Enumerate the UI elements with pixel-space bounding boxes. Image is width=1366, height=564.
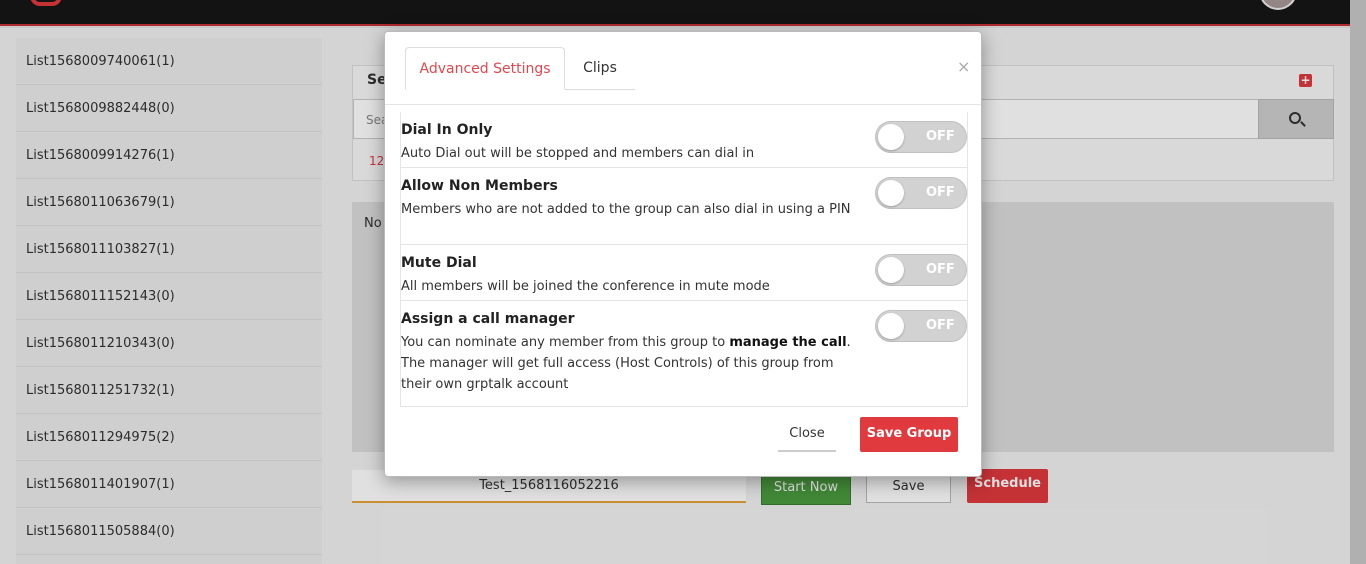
save-group-button[interactable]: Save Group bbox=[860, 417, 958, 452]
mute-dial-toggle[interactable]: OFF bbox=[875, 254, 967, 286]
setting-description: All members will be joined the conferenc… bbox=[401, 279, 770, 294]
close-icon[interactable]: × bbox=[957, 59, 970, 75]
setting-title: Dial In Only bbox=[401, 122, 493, 138]
toggle-knob bbox=[878, 124, 904, 150]
setting-description: Auto Dial out will be stopped and member… bbox=[401, 146, 755, 161]
description-emphasis: manage the call bbox=[729, 335, 847, 350]
setting-allow-non-members: Allow Non Members Members who are not ad… bbox=[401, 168, 967, 245]
tab-advanced-settings[interactable]: Advanced Settings bbox=[405, 47, 565, 90]
toggle-state-text: OFF bbox=[926, 318, 955, 333]
setting-title: Assign a call manager bbox=[401, 311, 575, 327]
setting-title: Mute Dial bbox=[401, 255, 477, 271]
allow-non-members-toggle[interactable]: OFF bbox=[875, 177, 967, 209]
tab-clips[interactable]: Clips bbox=[565, 47, 635, 90]
modal-header: Advanced Settings Clips × bbox=[385, 32, 981, 105]
dial-in-only-toggle[interactable]: OFF bbox=[875, 121, 967, 153]
toggle-knob bbox=[878, 313, 904, 339]
description-text: You can nominate any member from this gr… bbox=[401, 335, 730, 350]
toggle-state-text: OFF bbox=[926, 129, 955, 144]
setting-mute-dial: Mute Dial All members will be joined the… bbox=[401, 245, 967, 301]
setting-description: You can nominate any member from this gr… bbox=[401, 332, 861, 395]
advanced-settings-modal: Advanced Settings Clips × Dial In Only A… bbox=[384, 31, 982, 477]
close-button[interactable]: Close bbox=[778, 419, 836, 452]
settings-list: Dial In Only Auto Dial out will be stopp… bbox=[400, 112, 968, 407]
setting-description: Members who are not added to the group c… bbox=[401, 202, 851, 217]
assign-call-manager-toggle[interactable]: OFF bbox=[875, 310, 967, 342]
setting-assign-call-manager: Assign a call manager You can nominate a… bbox=[401, 301, 967, 407]
setting-dial-in-only: Dial In Only Auto Dial out will be stopp… bbox=[401, 112, 967, 168]
toggle-state-text: OFF bbox=[926, 185, 955, 200]
setting-title: Allow Non Members bbox=[401, 178, 558, 194]
toggle-knob bbox=[878, 257, 904, 283]
toggle-state-text: OFF bbox=[926, 262, 955, 277]
toggle-knob bbox=[878, 180, 904, 206]
